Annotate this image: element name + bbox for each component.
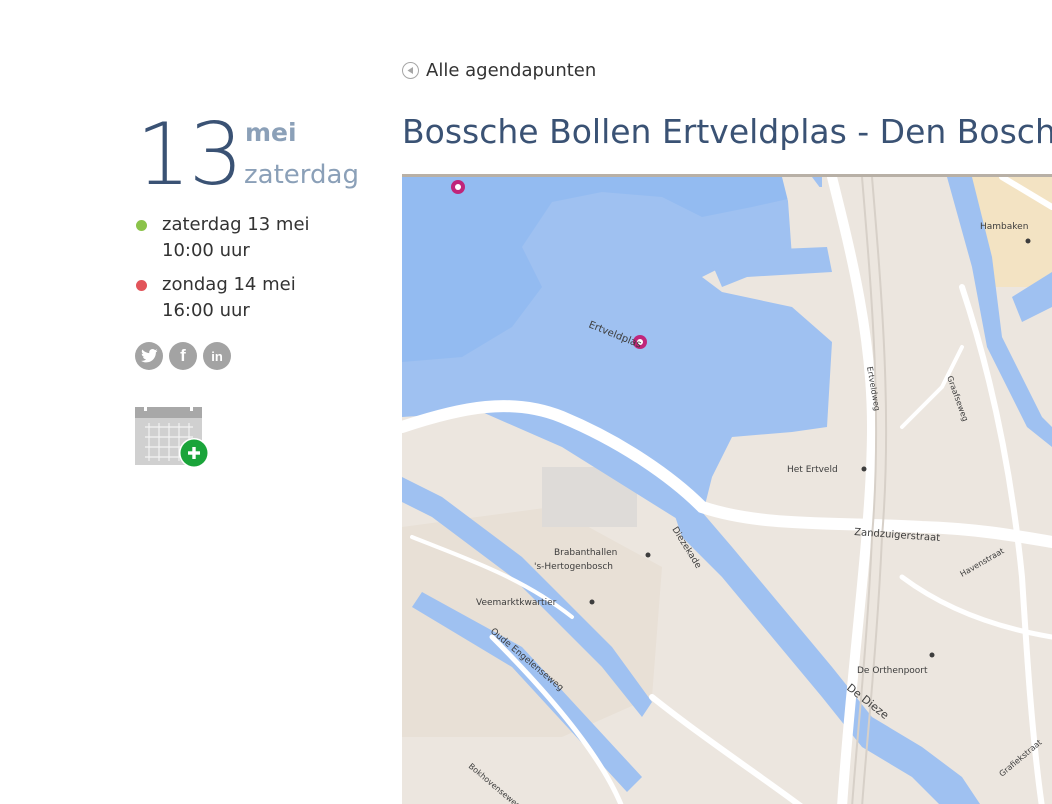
- start-time: 10:00 uur: [162, 240, 250, 261]
- event-page: Alle agendapunten 13 mei zaterdag zaterd…: [0, 0, 1052, 804]
- start-status-dot: [136, 220, 147, 231]
- schedule-start: zaterdag 13 mei 10:00 uur: [136, 212, 310, 264]
- end-date: zondag 14 mei: [162, 274, 296, 295]
- day-number: 13: [136, 105, 243, 205]
- social-share: f in: [135, 342, 231, 370]
- end-time: 16:00 uur: [162, 300, 250, 321]
- map-label-hambaken: Hambaken: [980, 222, 1028, 232]
- event-title: Bossche Bollen Ertveldplas - Den Bosch R…: [402, 112, 1052, 151]
- end-status-dot: [136, 280, 147, 291]
- month-label: mei: [245, 118, 297, 147]
- event-location-map[interactable]: Ertveldplas Hambaken Het Ertveld Zandzui…: [402, 174, 1052, 804]
- arrow-left-circle-icon: [402, 62, 419, 79]
- facebook-icon[interactable]: f: [169, 342, 197, 370]
- map-label-het-ertveld: Het Ertveld: [787, 465, 838, 475]
- add-to-calendar-button[interactable]: [135, 405, 211, 469]
- start-date: zaterdag 13 mei: [162, 214, 310, 235]
- twitter-icon[interactable]: [135, 342, 163, 370]
- linkedin-icon[interactable]: in: [203, 342, 231, 370]
- map-label-hertogenbosch: 's-Hertogenbosch: [534, 562, 613, 572]
- schedule-end: zondag 14 mei 16:00 uur: [136, 272, 310, 324]
- map-label-orthenpoort: De Orthenpoort: [857, 666, 928, 676]
- back-to-agenda-link[interactable]: Alle agendapunten: [402, 60, 596, 81]
- calendar-add-icon: [135, 405, 209, 468]
- back-link-label: Alle agendapunten: [426, 60, 597, 81]
- weekday-label: zaterdag: [244, 160, 359, 190]
- event-schedule: zaterdag 13 mei 10:00 uur zondag 14 mei …: [136, 212, 310, 332]
- map-label-veemarkt: Veemarktkwartier: [476, 598, 557, 608]
- map-label-brabanthallen: Brabanthallen: [554, 548, 617, 558]
